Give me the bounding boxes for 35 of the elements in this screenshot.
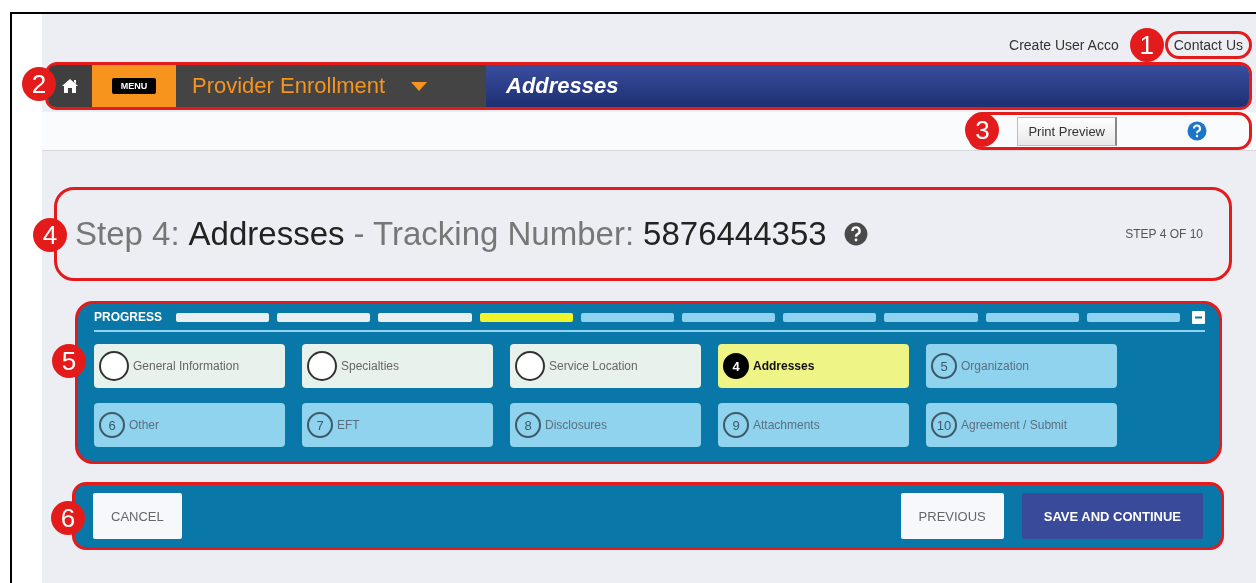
previous-button[interactable]: PREVIOUS <box>900 493 1004 539</box>
step-button[interactable]: 5 Organization <box>926 344 1117 388</box>
menu-button[interactable]: MENU <box>111 78 157 94</box>
progress-title: PROGRESS <box>94 310 162 324</box>
header-link[interactable]: Contact Us <box>1173 37 1243 53</box>
step-button[interactable]: 4 Addresses <box>718 344 909 388</box>
print-preview-button[interactable]: Print Preview <box>1017 116 1117 146</box>
step-button[interactable]: 8 Disclosures <box>510 403 701 447</box>
help-icon[interactable] <box>1187 121 1207 141</box>
callout-badge: 6 <box>51 501 85 535</box>
step-button[interactable]: 10 Agreement / Submit <box>926 403 1117 447</box>
cancel-button[interactable]: CANCEL <box>93 493 182 539</box>
step-title: Addresses <box>188 215 345 253</box>
step-button[interactable]: Service Location <box>510 344 701 388</box>
callout-badge: 2 <box>22 67 56 101</box>
tracking-number: 5876444353 <box>643 215 827 253</box>
step-button[interactable]: 7 EFT <box>302 403 493 447</box>
caret-icon[interactable] <box>411 81 428 91</box>
step-button[interactable]: 9 Attachments <box>718 403 909 447</box>
callout-badge: 5 <box>52 344 86 378</box>
page-title: Addresses <box>486 65 1249 107</box>
header-link[interactable]: Create User Acco <box>1009 37 1119 53</box>
step-count: STEP 4 OF 10 <box>1125 227 1203 241</box>
save-and-continue-button[interactable]: SAVE AND CONTINUE <box>1021 493 1203 539</box>
callout-badge: 4 <box>33 218 67 252</box>
collapse-icon[interactable] <box>1192 310 1206 324</box>
home-icon[interactable] <box>48 65 92 107</box>
step-label: Step 4: <box>75 215 180 253</box>
step-button[interactable]: 6 Other <box>94 403 285 447</box>
help-icon[interactable] <box>843 222 868 246</box>
step-button[interactable]: Specialties <box>302 344 493 388</box>
callout-badge: 1 <box>1129 28 1164 62</box>
tracking-label: - Tracking Number: <box>353 215 635 253</box>
step-button[interactable]: General Information <box>94 344 285 388</box>
callout-badge: 3 <box>965 113 1000 147</box>
